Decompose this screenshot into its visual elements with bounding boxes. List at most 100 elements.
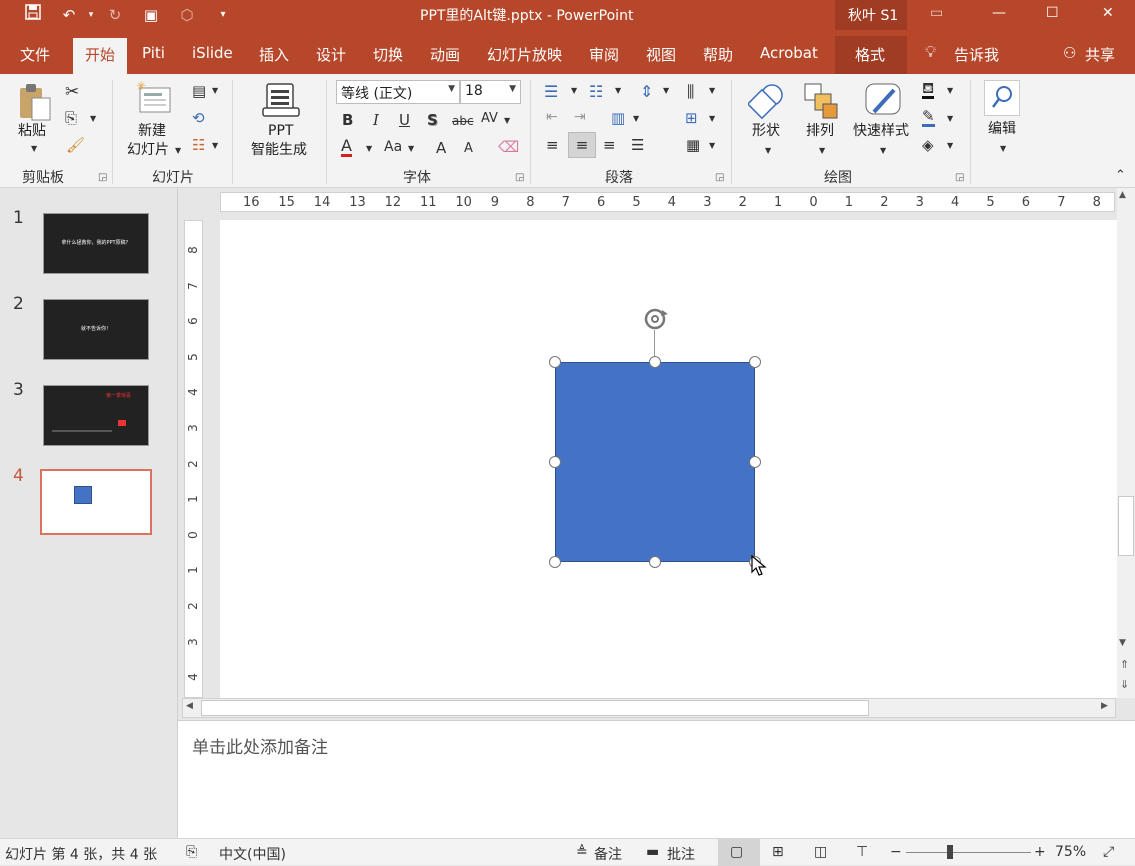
section-icon[interactable]: ☷ <box>192 136 205 154</box>
shape-effects-icon[interactable]: ◈ <box>922 136 934 154</box>
shape-fill-icon[interactable]: ⛾ <box>922 80 935 99</box>
increase-indent-icon[interactable]: ⇥ <box>574 109 586 125</box>
minimize-button[interactable]: — <box>992 5 1006 21</box>
new-slide-icon[interactable]: ✳ <box>136 79 174 118</box>
tab-animations[interactable]: 动画 <box>430 44 460 65</box>
resize-handle-nw[interactable] <box>549 356 561 368</box>
layout-dropdown-icon[interactable]: ▼ <box>212 86 218 95</box>
align-text-icon[interactable]: ⊞ <box>685 109 698 127</box>
reading-view-icon[interactable]: ◫ <box>814 844 827 860</box>
resize-handle-w[interactable] <box>549 456 561 468</box>
numbering-dropdown-icon[interactable]: ▼ <box>615 86 621 95</box>
ppt-generate-icon[interactable] <box>261 80 301 120</box>
tab-piti[interactable]: Piti <box>142 44 165 62</box>
tell-me-box[interactable]: 告诉我 <box>954 44 999 65</box>
save-icon[interactable] <box>22 4 44 26</box>
tab-slideshow[interactable]: 幻灯片放映 <box>487 44 562 65</box>
edit-dropdown-icon[interactable]: ▼ <box>1000 144 1006 153</box>
tab-design[interactable]: 设计 <box>316 44 346 65</box>
zoom-slider-thumb[interactable] <box>947 845 953 859</box>
redo-icon[interactable]: ↻ <box>104 4 126 26</box>
numbering-icon[interactable]: ☷ <box>589 82 603 101</box>
cut-icon[interactable]: ✂ <box>65 82 79 102</box>
slide-sorter-icon[interactable]: ⊞ <box>772 844 784 860</box>
find-icon[interactable] <box>984 80 1020 116</box>
tab-format[interactable]: 格式 <box>855 44 885 65</box>
ppt-gen-label-1[interactable]: PPT <box>268 122 293 141</box>
bullets-dropdown-icon[interactable]: ▼ <box>571 86 577 95</box>
comments-icon[interactable]: ▬ <box>646 844 659 860</box>
slide-canvas[interactable] <box>220 220 1117 698</box>
font-launcher-icon[interactable]: ◲ <box>515 172 524 183</box>
text-direction-dropdown-icon[interactable]: ▼ <box>709 86 715 95</box>
smartart-icon[interactable]: ▦ <box>686 136 700 154</box>
next-slide-icon[interactable]: ⇓ <box>1120 678 1129 691</box>
resize-handle-n[interactable] <box>649 356 661 368</box>
resize-handle-sw[interactable] <box>549 556 561 568</box>
tab-help[interactable]: 帮助 <box>703 44 733 65</box>
font-size-combo[interactable]: 18 ▼ <box>460 80 521 104</box>
ribbon-display-icon[interactable]: ▭ <box>930 5 943 21</box>
normal-view-icon[interactable]: ▢ <box>730 844 743 860</box>
resize-handle-ne[interactable] <box>749 356 761 368</box>
italic-button[interactable]: I <box>373 111 379 129</box>
tab-review[interactable]: 审阅 <box>589 44 619 65</box>
slideshow-icon[interactable]: ⊤ <box>856 844 868 860</box>
clipboard-launcher-icon[interactable]: ◲ <box>98 172 107 183</box>
copy-dropdown-icon[interactable]: ▼ <box>90 114 96 123</box>
horizontal-scrollbar[interactable]: ◀ ▶ <box>182 698 1116 718</box>
tab-islide[interactable]: iSlide <box>192 44 233 62</box>
grow-font-button[interactable]: A <box>436 139 446 157</box>
reset-icon[interactable]: ⟲ <box>192 109 205 127</box>
notes-icon[interactable]: ≜ <box>576 844 588 860</box>
share-icon[interactable]: ⚇ <box>1063 44 1076 62</box>
maximize-button[interactable]: ☐ <box>1046 5 1059 21</box>
layout-icon[interactable]: ▤ <box>192 82 206 100</box>
collapse-ribbon-icon[interactable]: ⌃ <box>1115 168 1126 183</box>
slide-thumbnail-4[interactable] <box>40 469 152 535</box>
change-case-button[interactable]: Aa <box>384 139 402 155</box>
quick-styles-button[interactable]: 快速样式 <box>853 122 909 141</box>
shrink-font-button[interactable]: A <box>464 141 473 156</box>
resize-handle-s[interactable] <box>649 556 661 568</box>
underline-button[interactable]: U <box>399 111 410 129</box>
char-spacing-dropdown-icon[interactable]: ▼ <box>504 116 510 125</box>
clear-format-icon[interactable]: ⌫ <box>498 138 519 156</box>
copy-icon[interactable]: ⎘ <box>65 109 77 127</box>
shapes-button[interactable]: 形状 <box>752 122 780 141</box>
format-painter-icon[interactable]: 🖌︎ <box>66 136 85 154</box>
square-shape[interactable] <box>555 362 755 562</box>
new-slide-label-2[interactable]: 幻灯片 <box>127 141 169 160</box>
decrease-indent-icon[interactable]: ⇤ <box>546 109 558 125</box>
text-shadow-button[interactable]: S <box>427 111 438 129</box>
rotate-handle-icon[interactable] <box>640 304 670 334</box>
align-left-icon[interactable]: ≡ <box>546 136 559 154</box>
tab-home[interactable]: 开始 <box>85 44 115 65</box>
new-slide-label-1[interactable]: 新建 <box>138 122 166 141</box>
section-dropdown-icon[interactable]: ▼ <box>212 141 218 150</box>
paste-button[interactable]: 粘贴 <box>18 122 46 141</box>
ppt-gen-label-2[interactable]: 智能生成 <box>251 141 307 160</box>
notes-pane[interactable]: 单击此处添加备注 <box>178 720 1135 838</box>
notes-placeholder[interactable]: 单击此处添加备注 <box>192 733 328 758</box>
align-right-icon[interactable]: ≡ <box>603 136 616 154</box>
char-spacing-button[interactable]: AV <box>481 111 498 126</box>
arrange-icon[interactable] <box>803 82 841 120</box>
scroll-up-icon[interactable]: ▲ <box>1119 190 1126 200</box>
shape-effects-dropdown-icon[interactable]: ▼ <box>947 141 953 150</box>
language-indicator[interactable]: 中文(中国) <box>219 844 286 864</box>
quick-styles-icon[interactable] <box>864 82 904 120</box>
notes-toggle[interactable]: 备注 <box>594 844 622 864</box>
slide-thumbnail-3[interactable]: 第一季惊喜 <box>43 385 149 446</box>
paste-dropdown-icon[interactable]: ▼ <box>31 144 37 153</box>
strikethrough-button[interactable]: abc <box>452 114 474 128</box>
arrange-button[interactable]: 排列 <box>806 122 834 141</box>
columns-icon[interactable]: ▥ <box>611 109 625 127</box>
paste-icon[interactable] <box>16 82 52 122</box>
horizontal-scroll-thumb[interactable] <box>201 700 869 716</box>
quick-styles-dropdown-icon[interactable]: ▼ <box>880 146 886 155</box>
zoom-level[interactable]: 75% <box>1055 844 1086 860</box>
fit-to-window-icon[interactable]: ⤢ <box>1103 844 1114 860</box>
undo-dropdown-icon[interactable]: ▾ <box>80 4 102 26</box>
spelling-check-icon[interactable]: ⎘ <box>186 844 197 860</box>
